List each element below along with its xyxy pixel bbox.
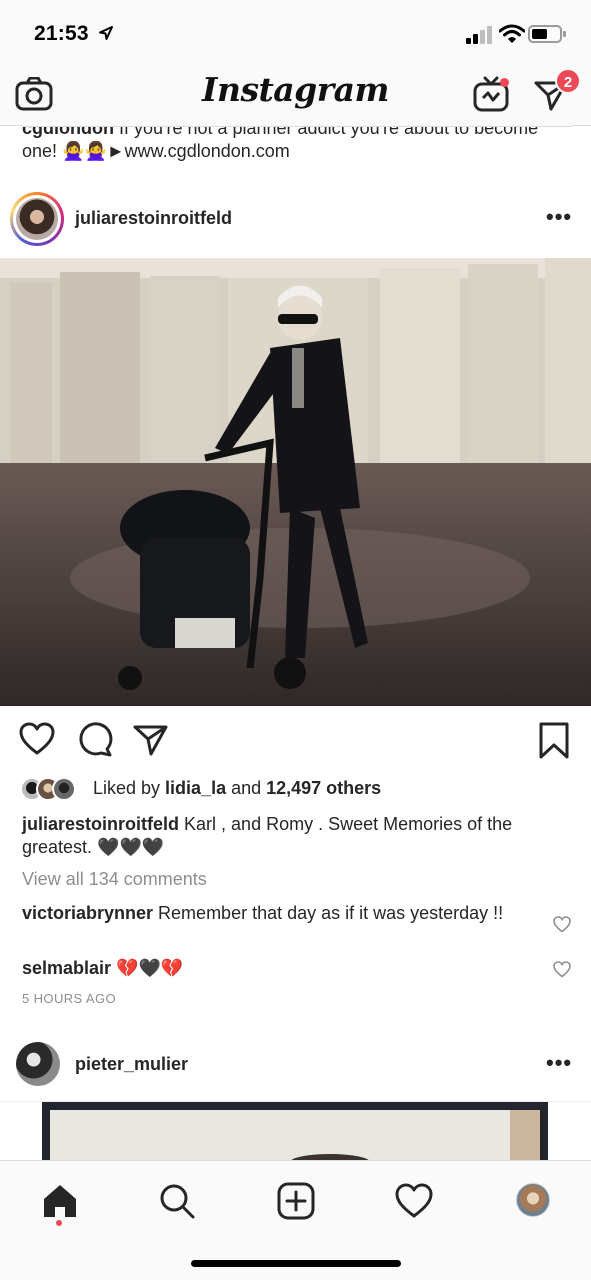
next-post-image[interactable] [0,1101,591,1161]
bookmark-icon[interactable] [538,722,570,760]
likes-summary[interactable]: Liked by lidia_la and 12,497 others [20,775,580,805]
location-arrow-icon [99,26,113,40]
home-icon[interactable] [40,1181,80,1221]
comment: victoriabrynner Remember that day as if … [22,902,532,925]
comment-like-icon[interactable] [553,916,571,933]
avatar-border [13,195,61,243]
igtv-notification-dot [500,78,509,87]
direct-message-badge: 2 [555,68,581,94]
post-photo-illustration [0,258,591,706]
liked-by-and: and [226,778,267,798]
more-options-button[interactable]: ••• [546,1052,572,1074]
post-header: juliarestoinroitfeld ••• [0,186,591,256]
cellular-signal-icon [466,26,492,44]
home-indicator[interactable] [191,1260,401,1267]
add-post-icon[interactable] [276,1181,316,1221]
search-icon[interactable] [157,1181,197,1221]
post-timestamp: 5 HOURS AGO [22,991,116,1006]
liked-by-user[interactable]: lidia_la [165,778,226,798]
post-image[interactable] [0,258,591,706]
more-options-button[interactable]: ••• [546,206,572,228]
status-time: 21:53 [34,22,89,45]
avatar [16,198,58,240]
heart-icon[interactable] [19,722,55,756]
previous-post-caption: cgdlondon If you're not a planner addict… [22,117,572,167]
profile-avatar[interactable] [516,1183,550,1217]
status-bar: 21:53 [0,0,591,64]
post-username[interactable]: pieter_mulier [75,1054,188,1075]
share-icon[interactable] [133,722,169,758]
post-caption: juliarestoinroitfeld Karl , and Romy . S… [22,813,570,859]
activity-heart-icon[interactable] [394,1181,434,1221]
comment-icon[interactable] [77,722,113,758]
likes-text: Liked by lidia_la and 12,497 others [93,778,381,799]
story-ring[interactable] [10,192,64,246]
header-overlap [22,117,572,127]
next-post-photo-illustration [42,1102,548,1161]
battery-icon [528,25,566,43]
liker-avatar [52,777,76,801]
avatar[interactable] [16,1042,60,1086]
likes-count[interactable]: 12,497 others [266,778,381,798]
comment: selmablair 💔🖤💔 [22,957,532,980]
wifi-icon [499,24,525,43]
post-username[interactable]: juliarestoinroitfeld [75,208,232,229]
comment-username[interactable]: victoriabrynner [22,903,153,923]
liked-by-prefix: Liked by [93,778,166,798]
comment-text: 💔🖤💔 [111,958,184,978]
comment-username[interactable]: selmablair [22,958,111,978]
comment-text: Remember that day as if it was yesterday… [153,903,504,923]
home-active-dot [56,1220,62,1226]
comment-like-icon[interactable] [553,961,571,978]
caption-username[interactable]: juliarestoinroitfeld [22,814,179,834]
next-post-header: pieter_mulier ••• [0,1034,591,1096]
view-all-comments-link[interactable]: View all 134 comments [22,869,207,890]
post-actions [0,718,591,764]
